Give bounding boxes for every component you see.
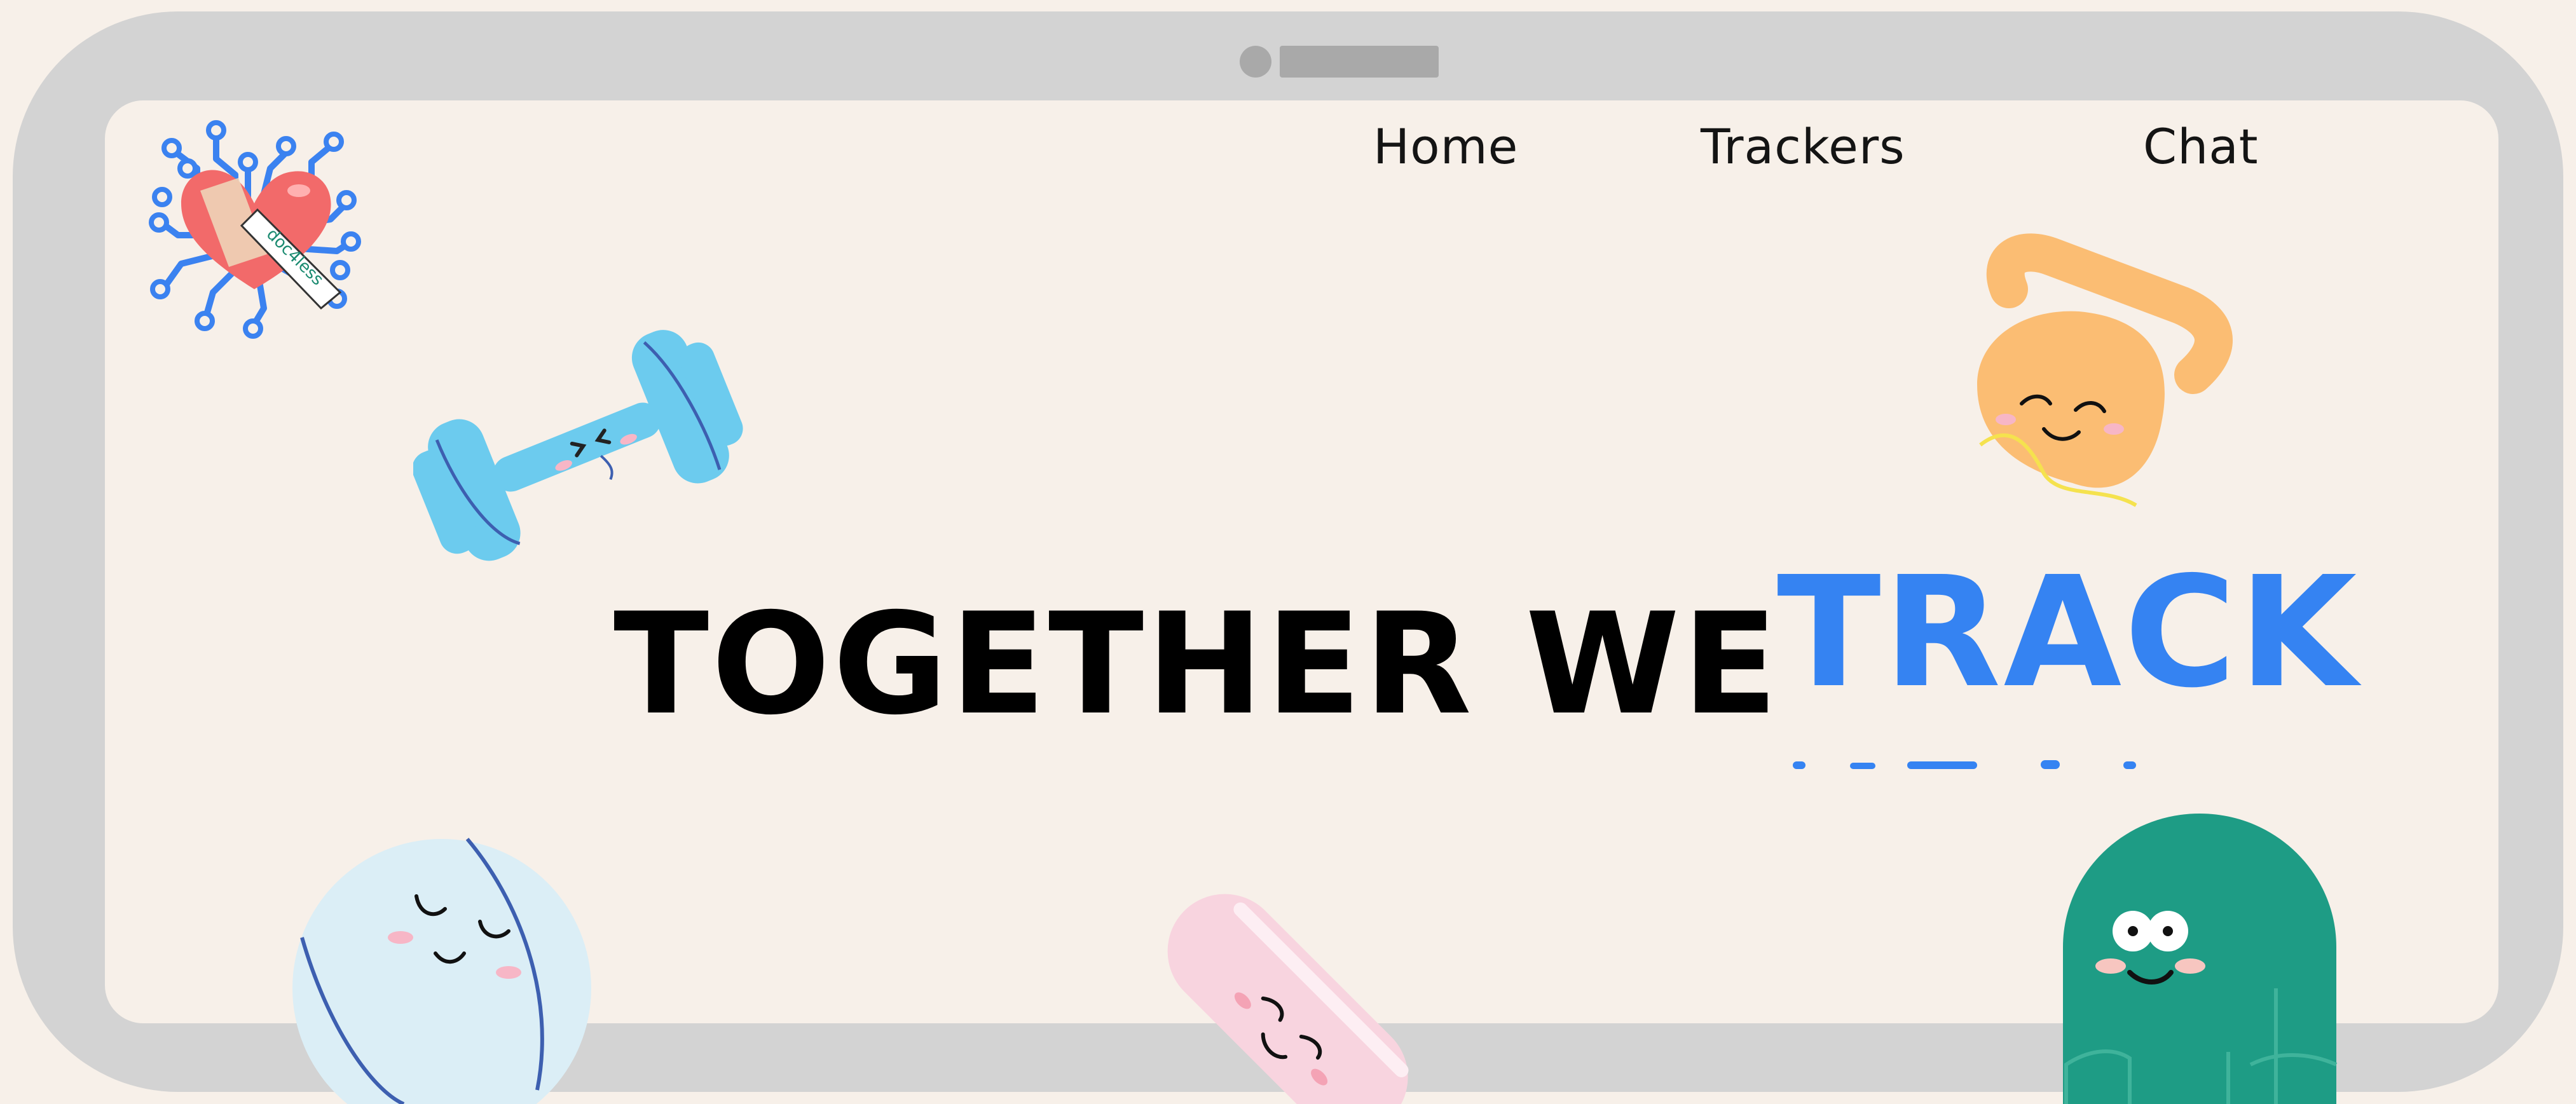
nav-chat-link[interactable]: Chat <box>2143 118 2259 175</box>
camera-icon <box>1240 46 1271 78</box>
exercise-ball-icon <box>292 838 591 1104</box>
circuit-heart-logo[interactable]: doc4less <box>127 99 375 346</box>
hero-headline: TOGETHER WE <box>613 583 1781 746</box>
main-nav: Home Trackers Chat <box>1360 118 2282 175</box>
kettlebell-icon <box>1977 233 2233 507</box>
nav-home-link[interactable]: Home <box>1373 118 1518 175</box>
speaker-bar <box>1280 46 1439 78</box>
nav-trackers-link[interactable]: Trackers <box>1701 118 1905 175</box>
green-blob-icon <box>2063 814 2338 1104</box>
hero-accent-word: TRACK <box>1777 543 2360 721</box>
dumbbell-icon <box>413 330 743 561</box>
hero-accent-reflection <box>1793 760 2136 769</box>
pill-icon <box>1167 894 1409 1104</box>
